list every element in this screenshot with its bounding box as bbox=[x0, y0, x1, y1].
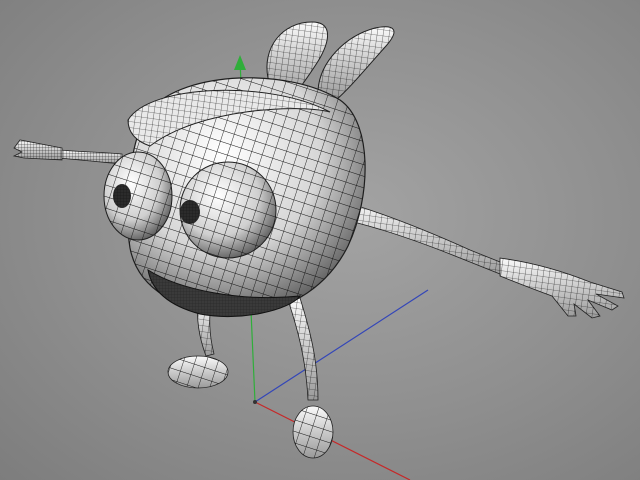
leg-right[interactable] bbox=[287, 297, 334, 459]
3d-viewport[interactable] bbox=[0, 0, 640, 480]
arm-left[interactable] bbox=[12, 139, 123, 165]
wing-right[interactable] bbox=[317, 26, 395, 101]
viewport-scene[interactable] bbox=[0, 0, 640, 480]
eye-right[interactable] bbox=[179, 161, 277, 259]
eye-left[interactable] bbox=[103, 151, 173, 241]
character-model-wireframe[interactable] bbox=[12, 21, 625, 459]
axis-x-line bbox=[254, 401, 411, 480]
arm-right[interactable] bbox=[335, 199, 625, 319]
axis-y-arrow bbox=[234, 55, 246, 70]
axis-origin bbox=[253, 400, 257, 404]
